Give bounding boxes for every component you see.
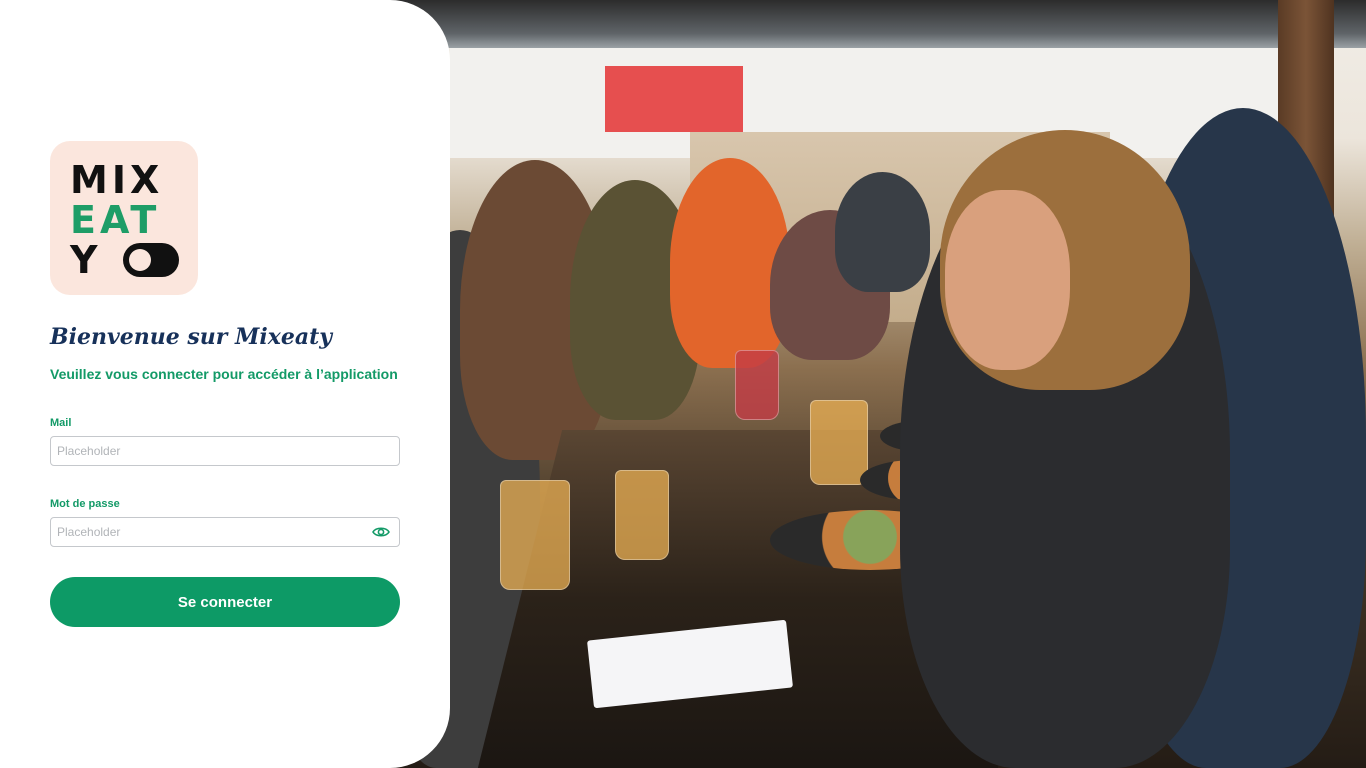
logo-line-1: MIX [70, 158, 164, 202]
eye-icon[interactable] [372, 524, 390, 540]
mail-label: Mail [50, 417, 72, 429]
photo-person-face [945, 190, 1070, 370]
photo-red-sign [605, 66, 743, 132]
password-label: Mot de passe [50, 498, 120, 510]
photo-glass [810, 400, 868, 485]
photo-glass [735, 350, 779, 420]
logo-line-3: Y [70, 238, 102, 282]
mixeaty-logo: MIX EAT Y [50, 141, 198, 295]
photo-person [835, 172, 930, 292]
welcome-title: Bienvenue sur Mixeaty [50, 324, 333, 350]
logo-line-2: EAT [70, 198, 161, 242]
login-panel: MIX EAT Y Bienvenue sur Mixeaty Veuillez… [0, 0, 450, 768]
logo-toggle-icon [123, 243, 179, 277]
login-button[interactable]: Se connecter [50, 577, 400, 627]
mail-input[interactable] [50, 436, 400, 466]
logo-toggle-knob [129, 249, 151, 271]
password-input[interactable] [50, 517, 400, 547]
photo-canopy [380, 0, 1366, 48]
background-photo [380, 0, 1366, 768]
photo-glass [500, 480, 570, 590]
login-subtitle: Veuillez vous connecter pour accéder à l… [50, 366, 398, 382]
photo-glass [615, 470, 669, 560]
eye-icon-svg [372, 527, 390, 537]
